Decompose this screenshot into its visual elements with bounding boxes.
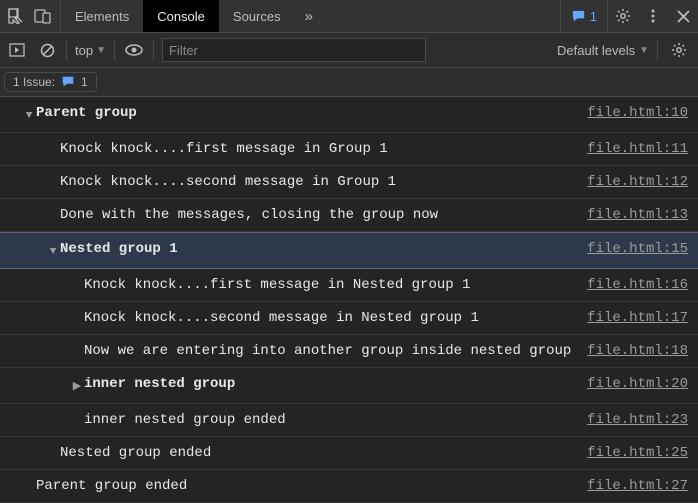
source-link[interactable]: file.html:11	[587, 139, 688, 159]
tab-sources[interactable]: Sources	[219, 0, 295, 32]
settings-button[interactable]	[608, 0, 638, 32]
console-row[interactable]: ▼Parent groupfile.html:10	[0, 97, 698, 133]
disclosure-spacer	[46, 205, 60, 208]
issues-badge-count: 1	[590, 9, 597, 24]
chevron-down-icon: ▼	[96, 45, 106, 56]
panel-tabs: Elements Console Sources »	[61, 0, 323, 32]
console-row[interactable]: ▶inner nested groupfile.html:20	[0, 368, 698, 404]
disclosure-spacer	[70, 308, 84, 311]
source-link[interactable]: file.html:23	[587, 410, 688, 430]
issues-count: 1	[81, 75, 88, 89]
tabs-bar-right: 1	[560, 0, 698, 32]
console-row[interactable]: Knock knock....second message in Group 1…	[0, 166, 698, 199]
separator	[66, 40, 67, 60]
device-toggle-icon[interactable]	[34, 8, 52, 24]
log-message: Knock knock....first message in Nested g…	[84, 275, 587, 295]
source-link[interactable]: file.html:10	[587, 103, 688, 123]
source-link[interactable]: file.html:12	[587, 172, 688, 192]
kebab-menu[interactable]	[638, 0, 668, 32]
tabs-overflow[interactable]: »	[295, 0, 323, 32]
console-output: ▼Parent groupfile.html:10Knock knock....…	[0, 97, 698, 503]
log-message: Now we are entering into another group i…	[84, 341, 587, 361]
disclosure-spacer	[46, 172, 60, 175]
source-link[interactable]: file.html:16	[587, 275, 688, 295]
message-icon	[571, 9, 586, 24]
disclosure-toggle[interactable]: ▼	[46, 239, 60, 262]
levels-label: Default levels	[557, 43, 635, 58]
sidebar-toggle-icon[interactable]	[6, 33, 28, 67]
separator	[153, 40, 154, 60]
log-message: inner nested group ended	[84, 410, 587, 430]
console-row[interactable]: ▼Nested group 1file.html:15	[0, 232, 698, 269]
console-row[interactable]: inner nested group endedfile.html:23	[0, 404, 698, 437]
log-message: Nested group ended	[60, 443, 587, 463]
disclosure-spacer	[70, 341, 84, 344]
log-message: Parent group	[36, 103, 587, 123]
console-settings-icon[interactable]	[666, 33, 692, 67]
log-message: Knock knock....second message in Nested …	[84, 308, 587, 328]
log-message: Nested group 1	[60, 239, 587, 259]
source-link[interactable]: file.html:13	[587, 205, 688, 225]
tab-console[interactable]: Console	[143, 0, 219, 32]
source-link[interactable]: file.html:25	[587, 443, 688, 463]
inspect-icon[interactable]	[8, 8, 24, 24]
issues-bar: 1 Issue: 1	[0, 68, 698, 97]
console-row[interactable]: Knock knock....second message in Nested …	[0, 302, 698, 335]
tab-elements[interactable]: Elements	[61, 0, 143, 32]
disclosure-spacer	[70, 410, 84, 413]
chevron-down-icon: ▼	[639, 45, 649, 56]
log-message: inner nested group	[84, 374, 587, 394]
log-levels-dropdown[interactable]: Default levels ▼	[557, 43, 649, 58]
filter-input[interactable]	[162, 38, 426, 62]
source-link[interactable]: file.html:20	[587, 374, 688, 394]
disclosure-spacer	[70, 275, 84, 278]
console-row[interactable]: Knock knock....first message in Group 1f…	[0, 133, 698, 166]
source-link[interactable]: file.html:17	[587, 308, 688, 328]
console-row[interactable]: Now we are entering into another group i…	[0, 335, 698, 368]
disclosure-spacer	[22, 476, 36, 479]
issues-chip[interactable]: 1 Issue: 1	[4, 72, 97, 92]
issues-badge[interactable]: 1	[560, 0, 608, 32]
log-message: Knock knock....second message in Group 1	[60, 172, 587, 192]
console-row[interactable]: Knock knock....first message in Nested g…	[0, 269, 698, 302]
console-toolbar: top ▼ Default levels ▼	[0, 33, 698, 68]
log-message: Parent group ended	[36, 476, 587, 496]
disclosure-toggle[interactable]: ▶	[70, 374, 84, 397]
devtools-tabs-bar: Elements Console Sources » 1	[0, 0, 698, 33]
disclosure-toggle[interactable]: ▼	[22, 103, 36, 126]
context-label: top	[75, 43, 93, 58]
live-expression-icon[interactable]	[123, 33, 145, 67]
separator	[657, 40, 658, 60]
inspect-tools	[0, 0, 61, 32]
message-icon	[61, 75, 75, 89]
console-row[interactable]: Nested group endedfile.html:25	[0, 437, 698, 470]
source-link[interactable]: file.html:27	[587, 476, 688, 496]
context-dropdown[interactable]: top ▼	[75, 43, 106, 58]
log-message: Knock knock....first message in Group 1	[60, 139, 587, 159]
console-row[interactable]: Parent group endedfile.html:27	[0, 470, 698, 503]
disclosure-spacer	[46, 139, 60, 142]
source-link[interactable]: file.html:18	[587, 341, 688, 361]
close-button[interactable]	[668, 0, 698, 32]
issues-label: 1 Issue:	[13, 75, 55, 89]
source-link[interactable]: file.html:15	[587, 239, 688, 259]
console-row[interactable]: Done with the messages, closing the grou…	[0, 199, 698, 232]
separator	[114, 40, 115, 60]
log-message: Done with the messages, closing the grou…	[60, 205, 587, 225]
disclosure-spacer	[46, 443, 60, 446]
clear-console-icon[interactable]	[36, 33, 58, 67]
